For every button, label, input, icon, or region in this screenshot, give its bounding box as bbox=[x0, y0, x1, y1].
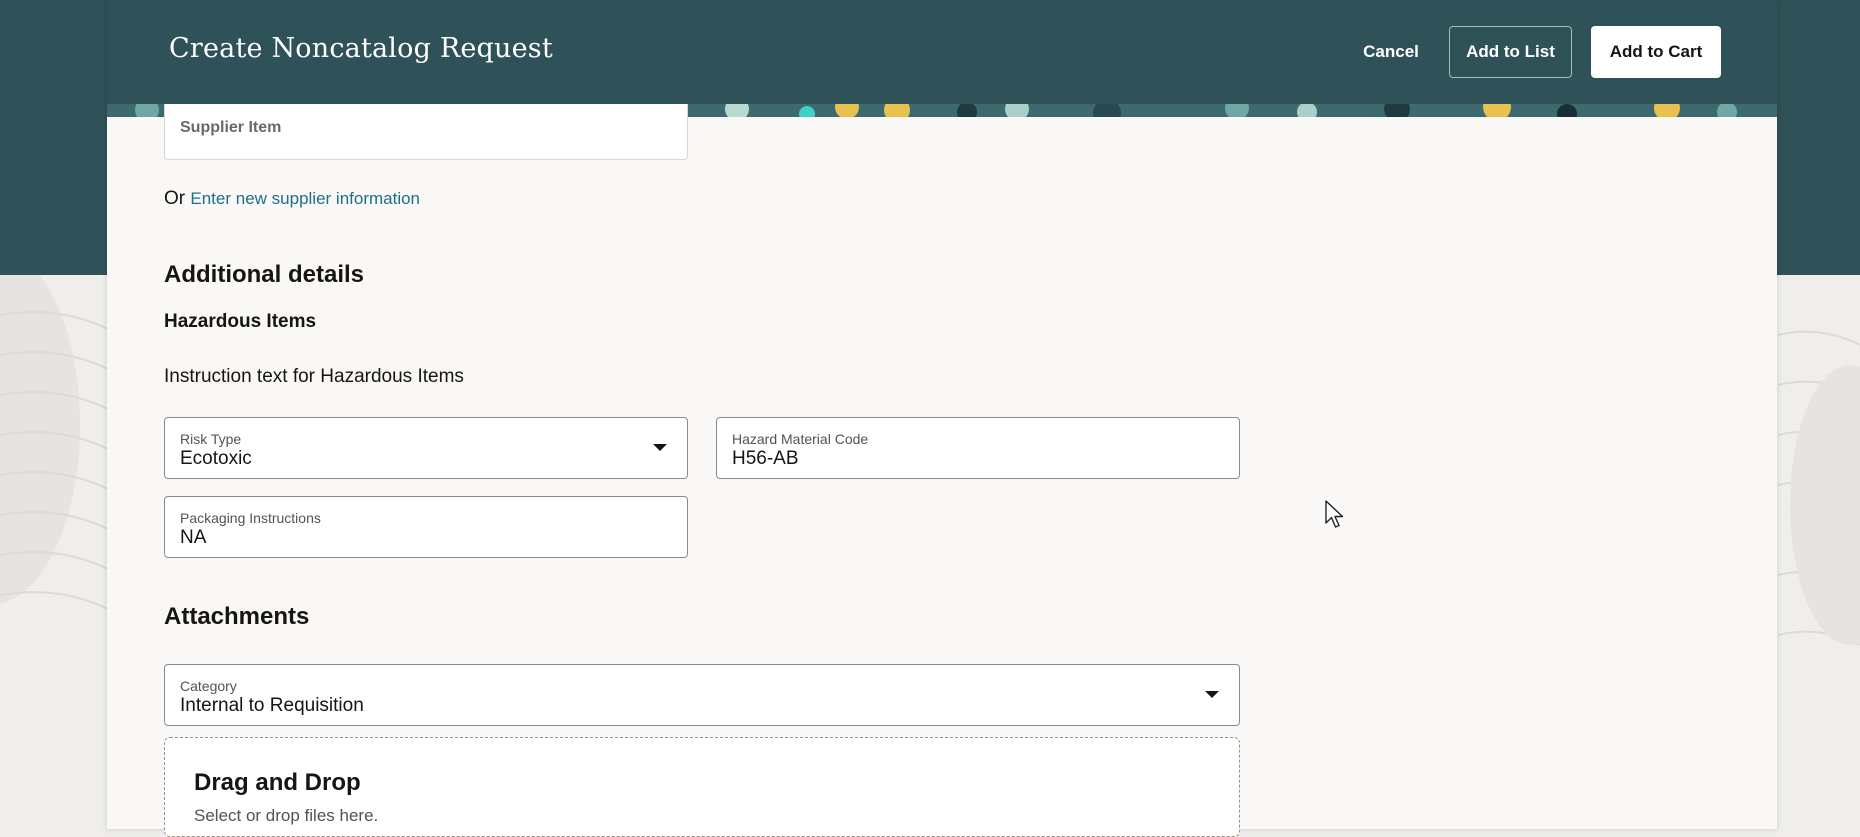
supplier-item-field[interactable]: Supplier Item bbox=[164, 104, 688, 160]
supplier-or-line: Or Enter new supplier information bbox=[164, 188, 420, 210]
page-title: Create Noncatalog Request bbox=[169, 33, 553, 64]
hazard-material-code-value: H56-AB bbox=[732, 448, 799, 469]
add-to-cart-button[interactable]: Add to Cart bbox=[1591, 26, 1721, 78]
attachment-category-select[interactable]: Category Internal to Requisition bbox=[164, 664, 1240, 726]
risk-type-select[interactable]: Risk Type Ecotoxic bbox=[164, 417, 688, 479]
or-text: Or bbox=[164, 188, 186, 209]
hazard-material-code-label: Hazard Material Code bbox=[732, 431, 869, 447]
hazardous-instruction-text: Instruction text for Hazardous Items bbox=[164, 366, 464, 387]
drop-zone-title: Drag and Drop bbox=[194, 769, 361, 796]
packaging-instructions-value: NA bbox=[180, 527, 207, 548]
file-drop-zone[interactable]: Drag and Drop Select or drop files here. bbox=[164, 737, 1240, 837]
hazardous-items-heading: Hazardous Items bbox=[164, 311, 317, 332]
cancel-button[interactable]: Cancel bbox=[1350, 26, 1432, 78]
packaging-instructions-label: Packaging Instructions bbox=[180, 510, 321, 526]
packaging-instructions-input[interactable]: Packaging Instructions NA bbox=[164, 496, 688, 558]
category-label: Category bbox=[180, 678, 237, 694]
drop-zone-subtitle: Select or drop files here. bbox=[194, 806, 379, 825]
risk-type-label: Risk Type bbox=[180, 431, 242, 447]
hazard-material-code-input[interactable]: Hazard Material Code H56-AB bbox=[716, 417, 1240, 479]
additional-details-heading: Additional details bbox=[164, 261, 365, 288]
chevron-down-icon[interactable] bbox=[653, 444, 667, 451]
add-to-list-button[interactable]: Add to List bbox=[1449, 26, 1572, 78]
attachments-heading: Attachments bbox=[164, 603, 310, 630]
supplier-item-label: Supplier Item bbox=[180, 119, 282, 136]
mouse-cursor-icon bbox=[1325, 500, 1345, 535]
enter-new-supplier-link[interactable]: Enter new supplier information bbox=[190, 189, 420, 208]
category-value: Internal to Requisition bbox=[180, 695, 364, 716]
chevron-down-icon[interactable] bbox=[1205, 691, 1219, 698]
risk-type-value: Ecotoxic bbox=[180, 448, 252, 469]
